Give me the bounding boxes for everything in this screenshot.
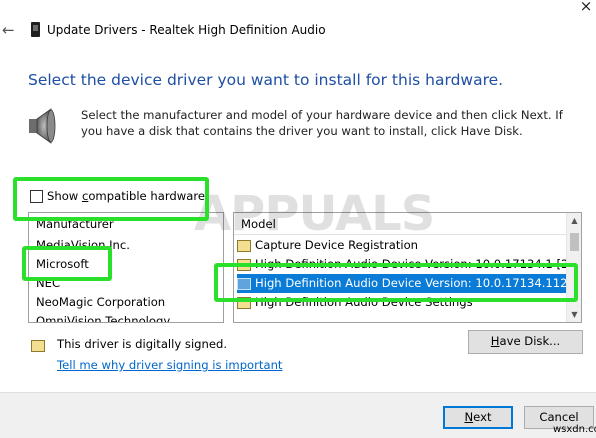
site-watermark: wsxdn.com [553,424,596,435]
show-compatible-hardware-option[interactable]: Show compatible hardware [30,188,205,204]
driver-signing-link[interactable]: Tell me why driver signing is important [57,357,282,373]
next-button[interactable]: Next [443,406,513,429]
driver-package-icon [237,296,251,309]
back-arrow-icon[interactable]: ← [2,20,16,40]
signed-status-text: This driver is digitally signed. [57,337,228,351]
show-compatible-label[interactable]: Show compatible hardware [47,188,205,204]
manufacturer-item[interactable]: MediaVision Inc. [36,236,130,254]
scrollbar-thumb[interactable] [570,233,579,251]
manufacturer-list[interactable]: Manufacturer MediaVision Inc. Microsoft … [28,212,224,323]
instruction-text: Select the manufacturer and model of you… [81,108,563,138]
close-icon[interactable]: × [576,0,596,14]
manufacturer-item-selected[interactable]: Microsoft [36,255,89,273]
scroll-up-icon[interactable]: ▲ [567,213,581,228]
model-list[interactable]: Model Capture Device Registration High D… [233,212,582,323]
manufacturer-item[interactable]: NEC [36,274,60,292]
scroll-down-icon[interactable]: ▼ [567,307,581,322]
show-compatible-checkbox[interactable] [30,189,43,203]
usb-device-icon [31,22,40,37]
model-list-scrollbar[interactable]: ▲ ▼ [566,213,581,322]
driver-package-icon [237,277,251,290]
model-item[interactable]: High Definition Audio Device Settings [237,293,566,312]
certificate-icon [31,340,45,352]
driver-package-icon [237,258,251,271]
driver-package-icon [237,239,251,252]
page-heading: Select the device driver you want to ins… [28,71,504,89]
manufacturer-item[interactable]: OmniVision Technology [36,312,170,322]
model-item-selected[interactable]: High Definition Audio Device Version: 10… [237,274,566,293]
window-title: Update Drivers - Realtek High Definition… [47,23,326,37]
have-disk-button[interactable]: Have Disk... [468,330,583,354]
manufacturer-header: Manufacturer [36,217,114,231]
model-column-header: Model [234,213,566,235]
manufacturer-item[interactable]: NeoMagic Corporation [36,293,165,311]
model-item[interactable]: High Definition Audio Device Version: 10… [237,255,566,274]
speaker-icon [29,108,56,144]
model-item[interactable]: Capture Device Registration [237,236,566,255]
